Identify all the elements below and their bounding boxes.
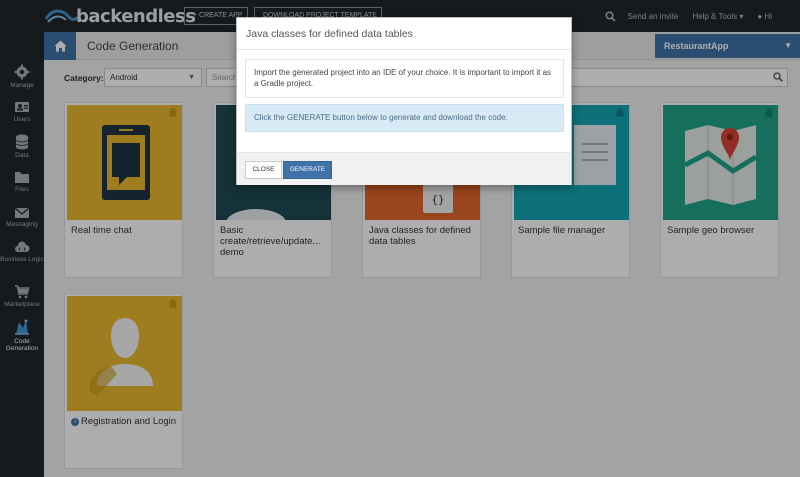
close-button[interactable]: CLOSE bbox=[245, 161, 282, 179]
dialog-title: Java classes for defined data tables bbox=[246, 28, 413, 40]
generate-button[interactable]: GENERATE bbox=[283, 161, 332, 179]
dialog-divider bbox=[237, 49, 571, 50]
dialog-footer: CLOSE GENERATE bbox=[237, 152, 571, 185]
generate-code-dialog: Java classes for defined data tables Imp… bbox=[236, 17, 572, 185]
dialog-message: Import the generated project into an IDE… bbox=[245, 59, 564, 98]
dialog-info-alert: Click the GENERATE button below to gener… bbox=[245, 104, 564, 132]
